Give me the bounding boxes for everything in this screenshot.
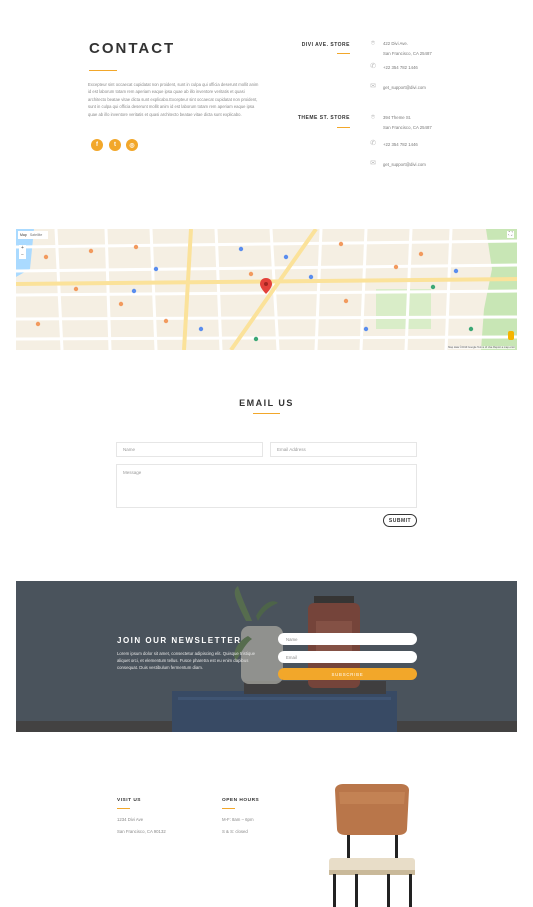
chair-image bbox=[329, 784, 415, 907]
store-2-address-line1: 394 Theme St. bbox=[383, 115, 412, 120]
mail-icon: ✉ bbox=[370, 83, 376, 90]
store-1-title: DIVI AVE. STORE bbox=[301, 42, 350, 48]
zoom-out-button[interactable]: − bbox=[19, 252, 26, 259]
map-type-toggle[interactable]: Map Satellite bbox=[18, 231, 48, 239]
contact-name-placeholder: Name bbox=[123, 447, 136, 452]
visit-us-title: VISIT US bbox=[117, 798, 141, 803]
twitter-glyph: t bbox=[114, 142, 116, 148]
store-1-email[interactable]: get_support@divi.com bbox=[383, 85, 426, 91]
facebook-glyph: f bbox=[96, 142, 98, 148]
newsletter-email-input[interactable]: Email bbox=[278, 651, 417, 663]
newsletter-title: JOIN OUR NEWSLETTER bbox=[117, 636, 242, 645]
facebook-icon[interactable]: f bbox=[91, 139, 103, 151]
google-map[interactable]: Map Satellite + − ⛶ Map data ©2019 Googl… bbox=[16, 229, 517, 350]
newsletter-text: Lorem ipsum dolor sit amet, consectetur … bbox=[117, 651, 256, 670]
contact-email-input[interactable]: Email Address bbox=[270, 442, 417, 457]
contact-description: Excepteur sint occaecat cupidatat non pr… bbox=[88, 82, 259, 117]
contact-email-placeholder: Email Address bbox=[277, 447, 306, 452]
store-1-address-line1: 422 Divi Ave. bbox=[383, 41, 409, 46]
contact-message-textarea[interactable]: Message bbox=[116, 464, 417, 508]
phone-icon: ✆ bbox=[370, 140, 376, 147]
store-2-email[interactable]: get_support@divi.com bbox=[383, 162, 426, 168]
contact-title: CONTACT bbox=[89, 40, 176, 57]
map-type-satellite[interactable]: Satellite bbox=[30, 233, 42, 237]
map-canvas bbox=[16, 229, 517, 350]
visit-us-underline bbox=[117, 808, 130, 809]
fullscreen-icon[interactable]: ⛶ bbox=[507, 231, 514, 238]
phone-icon: ✆ bbox=[370, 63, 376, 70]
open-hours-title: OPEN HOURS bbox=[222, 798, 260, 803]
store-2-title: THEME ST. STORE bbox=[297, 115, 350, 121]
store-1-underline bbox=[337, 53, 350, 54]
submit-button[interactable]: SUBMIT bbox=[383, 514, 417, 527]
store-2-underline bbox=[337, 127, 350, 128]
subscribe-button[interactable]: SUBSCRIBE bbox=[278, 668, 417, 680]
contact-message-placeholder: Message bbox=[123, 470, 142, 475]
open-hours-underline bbox=[222, 808, 235, 809]
store-2-address-line2: San Francisco, CA 25487 bbox=[383, 125, 432, 130]
hours-weekdays: M-F: 8am – 6pm bbox=[222, 817, 254, 822]
map-zoom-controls[interactable]: + − bbox=[19, 245, 26, 259]
email-us-title: EMAIL US bbox=[239, 398, 294, 408]
contact-title-underline bbox=[89, 70, 117, 71]
map-type-map[interactable]: Map bbox=[20, 233, 27, 237]
newsletter-name-input[interactable]: Name bbox=[278, 633, 417, 645]
twitter-icon[interactable]: t bbox=[109, 139, 121, 151]
newsletter-name-placeholder: Name bbox=[286, 636, 298, 642]
instagram-icon[interactable]: ◎ bbox=[126, 139, 138, 151]
visit-address-line2: San Francisco, CA 90132 bbox=[117, 829, 166, 834]
store-1-phone[interactable]: +22 354 782 1446 bbox=[383, 65, 418, 71]
store-2-phone[interactable]: +22 354 782 1446 bbox=[383, 142, 418, 148]
map-footer[interactable]: Map data ©2019 Google Terms of Use Repor… bbox=[448, 346, 515, 349]
mail-icon: ✉ bbox=[370, 160, 376, 167]
newsletter-email-placeholder: Email bbox=[286, 654, 297, 660]
map-pin-icon: ⌾ bbox=[370, 40, 376, 47]
visit-address-line1: 1234 Divi Ave bbox=[117, 817, 144, 822]
store-1-address-line2: San Francisco, CA 25487 bbox=[383, 51, 432, 56]
contact-name-input[interactable]: Name bbox=[116, 442, 263, 457]
map-pin-icon: ⌾ bbox=[370, 114, 376, 121]
pegman-icon[interactable] bbox=[508, 331, 514, 340]
instagram-glyph: ◎ bbox=[129, 142, 135, 149]
hours-weekend: S & S: closed bbox=[222, 829, 248, 834]
email-us-underline bbox=[253, 413, 280, 414]
zoom-in-button[interactable]: + bbox=[19, 245, 26, 252]
